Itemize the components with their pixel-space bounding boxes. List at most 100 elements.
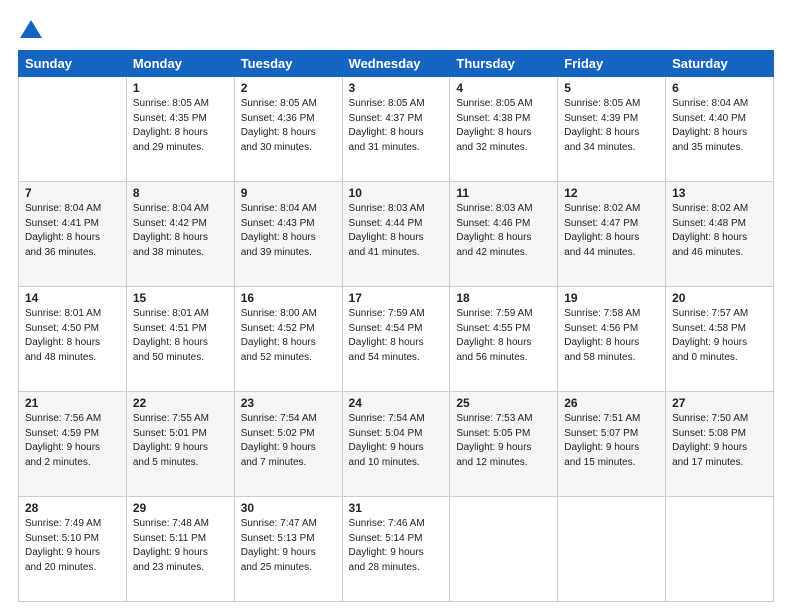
day-number: 3: [349, 81, 444, 95]
day-number: 5: [564, 81, 659, 95]
day-number: 11: [456, 186, 551, 200]
calendar-cell: 19 Sunrise: 7:58 AM Sunset: 4:56 PM Dayli…: [558, 287, 666, 392]
day-number: 22: [133, 396, 228, 410]
col-header-tuesday: Tuesday: [234, 51, 342, 77]
day-info: Sunrise: 7:58 AM Sunset: 4:56 PM Dayligh…: [564, 307, 659, 365]
day-number: 17: [349, 291, 444, 305]
col-header-monday: Monday: [126, 51, 234, 77]
day-number: 2: [241, 81, 336, 95]
calendar-cell: 30 Sunrise: 7:47 AM Sunset: 5:13 PM Dayli…: [234, 497, 342, 602]
day-number: 25: [456, 396, 551, 410]
day-number: 18: [456, 291, 551, 305]
day-info: Sunrise: 7:53 AM Sunset: 5:05 PM Dayligh…: [456, 412, 551, 470]
calendar-cell: 15Sunrise: 8:01 AM Sunset: 4:51 PM Dayli…: [126, 287, 234, 392]
day-number: 12: [564, 186, 659, 200]
day-number: 31: [349, 501, 444, 515]
day-number: 21: [25, 396, 120, 410]
day-info: Sunrise: 8:03 AM Sunset: 4:44 PM Dayligh…: [349, 202, 444, 260]
day-info: Sunrise: 7:57 AM Sunset: 4:58 PM Dayligh…: [672, 307, 767, 365]
day-number: 4: [456, 81, 551, 95]
calendar-cell: 13 Sunrise: 8:02 AM Sunset: 4:48 PM Dayli…: [666, 182, 774, 287]
col-header-thursday: Thursday: [450, 51, 558, 77]
calendar-cell: 28 Sunrise: 7:49 AM Sunset: 5:10 PM Dayli…: [19, 497, 127, 602]
day-info: Sunrise: 8:01 AM Sunset: 4:50 PM Dayligh…: [25, 307, 120, 365]
day-number: 27: [672, 396, 767, 410]
calendar-cell: 12 Sunrise: 8:02 AM Sunset: 4:47 PM Dayli…: [558, 182, 666, 287]
calendar-cell: 17Sunrise: 7:59 AM Sunset: 4:54 PM Dayli…: [342, 287, 450, 392]
calendar-cell: 21 Sunrise: 7:56 AM Sunset: 4:59 PM Dayli…: [19, 392, 127, 497]
day-info: Sunrise: 7:48 AM Sunset: 5:11 PM Dayligh…: [133, 517, 228, 575]
col-header-saturday: Saturday: [666, 51, 774, 77]
logo: [18, 18, 42, 40]
day-number: 29: [133, 501, 228, 515]
calendar-cell: 14 Sunrise: 8:01 AM Sunset: 4:50 PM Dayli…: [19, 287, 127, 392]
day-info: Sunrise: 8:01 AM Sunset: 4:51 PM Dayligh…: [133, 307, 228, 365]
header: [18, 18, 774, 40]
calendar-cell: 16 Sunrise: 8:00 AM Sunset: 4:52 PM Dayli…: [234, 287, 342, 392]
day-info: Sunrise: 8:05 AM Sunset: 4:36 PM Dayligh…: [241, 97, 336, 155]
logo-icon: [20, 18, 42, 40]
day-info: Sunrise: 8:04 AM Sunset: 4:40 PM Dayligh…: [672, 97, 767, 155]
day-info: Sunrise: 8:03 AM Sunset: 4:46 PM Dayligh…: [456, 202, 551, 260]
day-number: 26: [564, 396, 659, 410]
day-info: Sunrise: 8:04 AM Sunset: 4:43 PM Dayligh…: [241, 202, 336, 260]
day-info: Sunrise: 7:59 AM Sunset: 4:55 PM Dayligh…: [456, 307, 551, 365]
day-number: 28: [25, 501, 120, 515]
day-info: Sunrise: 7:54 AM Sunset: 5:04 PM Dayligh…: [349, 412, 444, 470]
calendar-cell: 31 Sunrise: 7:46 AM Sunset: 5:14 PM Dayli…: [342, 497, 450, 602]
day-info: Sunrise: 7:51 AM Sunset: 5:07 PM Dayligh…: [564, 412, 659, 470]
calendar-cell: 26 Sunrise: 7:51 AM Sunset: 5:07 PM Dayli…: [558, 392, 666, 497]
calendar-cell: [450, 497, 558, 602]
day-info: Sunrise: 8:02 AM Sunset: 4:48 PM Dayligh…: [672, 202, 767, 260]
day-number: 23: [241, 396, 336, 410]
calendar-cell: 6 Sunrise: 8:04 AM Sunset: 4:40 PM Daylig…: [666, 77, 774, 182]
calendar-cell: 18 Sunrise: 7:59 AM Sunset: 4:55 PM Dayli…: [450, 287, 558, 392]
day-number: 13: [672, 186, 767, 200]
day-number: 16: [241, 291, 336, 305]
day-info: Sunrise: 7:50 AM Sunset: 5:08 PM Dayligh…: [672, 412, 767, 470]
day-number: 20: [672, 291, 767, 305]
page: SundayMondayTuesdayWednesdayThursdayFrid…: [0, 0, 792, 612]
calendar-cell: 20 Sunrise: 7:57 AM Sunset: 4:58 PM Dayli…: [666, 287, 774, 392]
calendar-cell: 11 Sunrise: 8:03 AM Sunset: 4:46 PM Dayli…: [450, 182, 558, 287]
calendar-table: SundayMondayTuesdayWednesdayThursdayFrid…: [18, 50, 774, 602]
day-info: Sunrise: 7:49 AM Sunset: 5:10 PM Dayligh…: [25, 517, 120, 575]
calendar-cell: 2 Sunrise: 8:05 AM Sunset: 4:36 PM Daylig…: [234, 77, 342, 182]
day-info: Sunrise: 8:04 AM Sunset: 4:42 PM Dayligh…: [133, 202, 228, 260]
calendar-cell: 1Sunrise: 8:05 AM Sunset: 4:35 PM Daylig…: [126, 77, 234, 182]
day-info: Sunrise: 8:05 AM Sunset: 4:35 PM Dayligh…: [133, 97, 228, 155]
day-info: Sunrise: 8:05 AM Sunset: 4:37 PM Dayligh…: [349, 97, 444, 155]
day-number: 30: [241, 501, 336, 515]
calendar-cell: [19, 77, 127, 182]
calendar-cell: 5 Sunrise: 8:05 AM Sunset: 4:39 PM Daylig…: [558, 77, 666, 182]
day-number: 24: [349, 396, 444, 410]
calendar-cell: 7Sunrise: 8:04 AM Sunset: 4:41 PM Daylig…: [19, 182, 127, 287]
calendar-cell: [558, 497, 666, 602]
calendar-cell: 23Sunrise: 7:54 AM Sunset: 5:02 PM Dayli…: [234, 392, 342, 497]
calendar-cell: 29 Sunrise: 7:48 AM Sunset: 5:11 PM Dayli…: [126, 497, 234, 602]
day-number: 19: [564, 291, 659, 305]
calendar-cell: 25 Sunrise: 7:53 AM Sunset: 5:05 PM Dayli…: [450, 392, 558, 497]
day-info: Sunrise: 7:56 AM Sunset: 4:59 PM Dayligh…: [25, 412, 120, 470]
day-number: 9: [241, 186, 336, 200]
day-info: Sunrise: 8:00 AM Sunset: 4:52 PM Dayligh…: [241, 307, 336, 365]
day-info: Sunrise: 8:02 AM Sunset: 4:47 PM Dayligh…: [564, 202, 659, 260]
calendar-cell: 10 Sunrise: 8:03 AM Sunset: 4:44 PM Dayli…: [342, 182, 450, 287]
day-number: 14: [25, 291, 120, 305]
day-number: 6: [672, 81, 767, 95]
day-number: 7: [25, 186, 120, 200]
col-header-sunday: Sunday: [19, 51, 127, 77]
calendar-cell: 24 Sunrise: 7:54 AM Sunset: 5:04 PM Dayli…: [342, 392, 450, 497]
calendar-cell: 27 Sunrise: 7:50 AM Sunset: 5:08 PM Dayli…: [666, 392, 774, 497]
day-number: 10: [349, 186, 444, 200]
day-info: Sunrise: 7:47 AM Sunset: 5:13 PM Dayligh…: [241, 517, 336, 575]
calendar-cell: 3 Sunrise: 8:05 AM Sunset: 4:37 PM Daylig…: [342, 77, 450, 182]
day-info: Sunrise: 7:46 AM Sunset: 5:14 PM Dayligh…: [349, 517, 444, 575]
day-number: 8: [133, 186, 228, 200]
calendar-cell: 9 Sunrise: 8:04 AM Sunset: 4:43 PM Daylig…: [234, 182, 342, 287]
calendar-cell: [666, 497, 774, 602]
calendar-cell: 8 Sunrise: 8:04 AM Sunset: 4:42 PM Daylig…: [126, 182, 234, 287]
calendar-cell: 22Sunrise: 7:55 AM Sunset: 5:01 PM Dayli…: [126, 392, 234, 497]
day-info: Sunrise: 8:05 AM Sunset: 4:39 PM Dayligh…: [564, 97, 659, 155]
calendar-cell: 4Sunrise: 8:05 AM Sunset: 4:38 PM Daylig…: [450, 77, 558, 182]
